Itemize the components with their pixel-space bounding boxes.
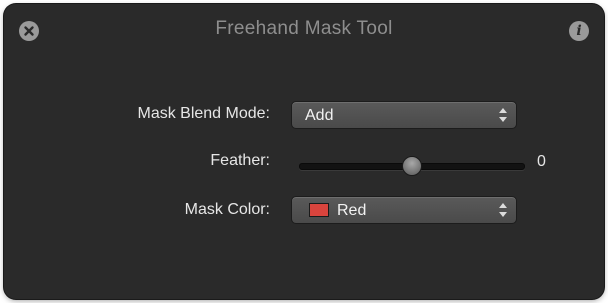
up-down-arrows-icon	[499, 203, 507, 217]
up-down-arrows-icon	[499, 108, 507, 122]
feather-label: Feather:	[210, 152, 270, 169]
feather-slider[interactable]	[299, 156, 525, 176]
blend-mode-label: Mask Blend Mode:	[137, 105, 270, 122]
window-title: Freehand Mask Tool	[215, 18, 393, 39]
blend-mode-popup[interactable]: Add	[291, 101, 517, 129]
blend-mode-value: Add	[305, 107, 334, 124]
mask-color-label: Mask Color:	[184, 201, 270, 218]
title-bar[interactable]: Freehand Mask Tool i	[4, 4, 604, 56]
freehand-mask-tool-hud: Freehand Mask Tool i Mask Blend Mode: Ad…	[4, 4, 604, 299]
color-swatch	[309, 203, 329, 217]
info-icon[interactable]: i	[569, 21, 589, 41]
mask-color-value: Red	[337, 202, 367, 219]
feather-value: 0	[537, 153, 546, 170]
mask-color-popup[interactable]: Red	[291, 196, 517, 224]
feather-slider-thumb[interactable]	[402, 156, 422, 176]
